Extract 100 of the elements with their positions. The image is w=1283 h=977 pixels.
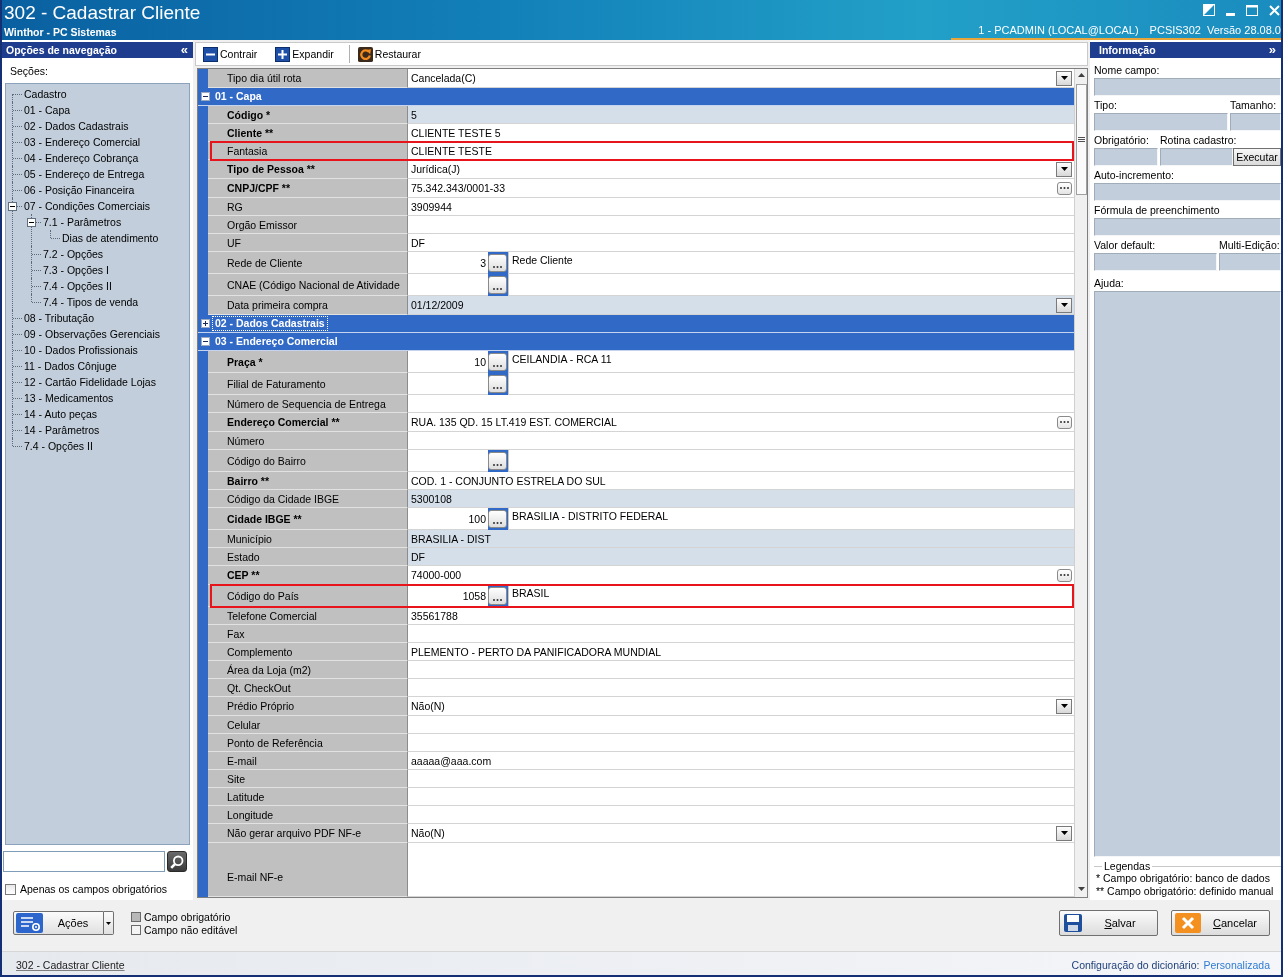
dropdown-button[interactable] <box>1056 825 1072 841</box>
dropdown-button[interactable] <box>1056 161 1072 177</box>
info-field[interactable] <box>1094 218 1281 236</box>
tree-item[interactable]: 13 - Medicamentos <box>24 391 114 405</box>
tree-item[interactable]: 08 - Tributação <box>24 311 95 325</box>
value-field[interactable] <box>408 716 1074 734</box>
minus-box-icon[interactable] <box>8 202 17 211</box>
value-field[interactable] <box>408 788 1074 806</box>
lookup-button[interactable] <box>488 510 507 528</box>
info-field[interactable] <box>1094 78 1281 96</box>
value-field[interactable] <box>408 625 1074 643</box>
tree-item[interactable]: 7.2 - Opções <box>43 247 104 261</box>
lookup-button[interactable] <box>488 452 507 470</box>
tree-item[interactable]: 7.4 - Opções II <box>43 279 112 293</box>
tree-item[interactable]: Dias de atendimento <box>62 231 159 245</box>
code-field[interactable]: 10 <box>408 351 488 373</box>
ellipsis-button[interactable] <box>1057 568 1072 582</box>
maximize-icon[interactable] <box>1246 5 1258 16</box>
value-field[interactable]: 75.342.343/0001-33 <box>408 179 1074 198</box>
search-field[interactable] <box>3 851 165 872</box>
lookup-button[interactable] <box>488 375 507 393</box>
tree-item[interactable]: 12 - Cartão Fidelidade Lojas <box>24 375 156 389</box>
value-field[interactable] <box>408 395 1074 413</box>
checkbox[interactable] <box>5 883 16 895</box>
tree-item[interactable]: 05 - Endereço de Entrega <box>24 167 145 181</box>
expand-panel-button[interactable]: » <box>1268 43 1276 57</box>
scroll-up-arrow-icon[interactable] <box>1077 73 1085 77</box>
minus-box-icon[interactable] <box>27 218 36 227</box>
tree-item[interactable]: Cadastro <box>24 87 67 101</box>
dropdown-button[interactable] <box>1056 70 1072 86</box>
value-field[interactable] <box>408 661 1074 679</box>
tree-item[interactable]: 06 - Posição Financeira <box>24 183 135 197</box>
value-field[interactable]: 01/12/2009 <box>408 296 1074 315</box>
tree-item[interactable]: 07 - Condições Comerciais <box>24 199 151 213</box>
lookup-button[interactable] <box>488 254 507 272</box>
info-field[interactable] <box>1160 148 1233 166</box>
value-field[interactable]: DF <box>408 234 1074 252</box>
value-field[interactable] <box>408 679 1074 697</box>
section-header[interactable]: 02 - Dados Cadastrais <box>198 315 1074 333</box>
value-field[interactable]: Cancelada(C) <box>408 69 1074 88</box>
lookup-button[interactable] <box>488 276 507 294</box>
value-field[interactable]: Não(N) <box>408 697 1074 716</box>
value-field[interactable]: Não(N) <box>408 824 1074 843</box>
tree-item[interactable]: 02 - Dados Cadastrais <box>24 119 129 133</box>
tree-item[interactable]: 10 - Dados Profissionais <box>24 343 138 357</box>
value-field[interactable]: DF <box>408 548 1074 566</box>
tree-item[interactable]: 7.4 - Opções II <box>24 439 93 453</box>
scroll-down-arrow-icon[interactable] <box>1077 887 1085 891</box>
scrollbar[interactable] <box>1074 69 1087 897</box>
value-field[interactable] <box>408 770 1074 788</box>
value-field[interactable]: 5 <box>408 106 1074 124</box>
minus-box-icon[interactable] <box>201 92 210 101</box>
toolbar-button[interactable]: Expandir <box>275 45 334 63</box>
lookup-button[interactable] <box>488 587 507 605</box>
collapse-panel-button[interactable]: « <box>180 43 188 57</box>
code-field[interactable] <box>408 450 488 472</box>
run-button[interactable]: Executar <box>1233 148 1281 166</box>
value-field[interactable]: 5300108 <box>408 490 1074 508</box>
value-field[interactable] <box>408 216 1074 234</box>
tree-item[interactable]: 7.4 - Tipos de venda <box>43 295 139 309</box>
tree-item[interactable]: 03 - Endereço Comercial <box>24 135 141 149</box>
minus-box-icon[interactable] <box>201 337 210 346</box>
info-field[interactable] <box>1219 253 1281 271</box>
dropdown-button[interactable] <box>1056 698 1072 714</box>
ellipsis-button[interactable] <box>1057 415 1072 429</box>
tree-item[interactable]: 7.3 - Opções I <box>43 263 109 277</box>
tree-item[interactable]: 7.1 - Parâmetros <box>43 215 122 229</box>
value-field[interactable] <box>408 806 1074 824</box>
info-field[interactable] <box>1094 113 1228 131</box>
code-field[interactable]: 100 <box>408 508 488 530</box>
dropdown-button[interactable] <box>1056 297 1072 313</box>
lookup-button[interactable] <box>488 353 507 371</box>
value-field[interactable]: 3909944 <box>408 198 1074 216</box>
code-field[interactable]: 3 <box>408 252 488 274</box>
value-field[interactable]: CLIENTE TESTE 5 <box>408 124 1074 142</box>
tree-item[interactable]: 14 - Auto peças <box>24 407 97 421</box>
close-icon[interactable] <box>1269 5 1280 16</box>
actions-button[interactable]: Ações <box>13 911 104 935</box>
tree-item[interactable]: 04 - Endereço Cobrança <box>24 151 139 165</box>
tree-item[interactable]: 01 - Capa <box>24 103 71 117</box>
code-field[interactable]: 1058 <box>408 585 488 607</box>
info-field[interactable] <box>1230 113 1281 131</box>
toolbar-button[interactable]: Contrair <box>203 45 258 63</box>
scroll-thumb[interactable] <box>1075 84 1087 195</box>
value-field[interactable]: aaaaa@aaa.com <box>408 752 1074 770</box>
save-button[interactable]: Salvar <box>1059 910 1158 936</box>
info-field[interactable] <box>1094 183 1281 201</box>
actions-menu-button[interactable] <box>104 911 114 935</box>
info-field[interactable] <box>1094 148 1158 166</box>
value-field[interactable] <box>408 734 1074 752</box>
cancel-button[interactable]: Cancelar <box>1171 910 1270 936</box>
ellipsis-button[interactable] <box>1057 181 1072 195</box>
value-field[interactable] <box>408 843 1074 897</box>
toolbar-button[interactable]: Restaurar <box>357 45 421 63</box>
value-field[interactable]: COD. 1 - CONJUNTO ESTRELA DO SUL <box>408 472 1074 490</box>
plus-box-icon[interactable] <box>201 319 210 328</box>
tree-item[interactable]: 11 - Dados Cônjuge <box>24 359 117 373</box>
code-field[interactable] <box>408 373 488 395</box>
dictionary-link[interactable]: Personalizada <box>1203 958 1270 971</box>
value-field[interactable]: RUA. 135 QD. 15 LT.419 EST. COMERCIAL <box>408 413 1074 432</box>
